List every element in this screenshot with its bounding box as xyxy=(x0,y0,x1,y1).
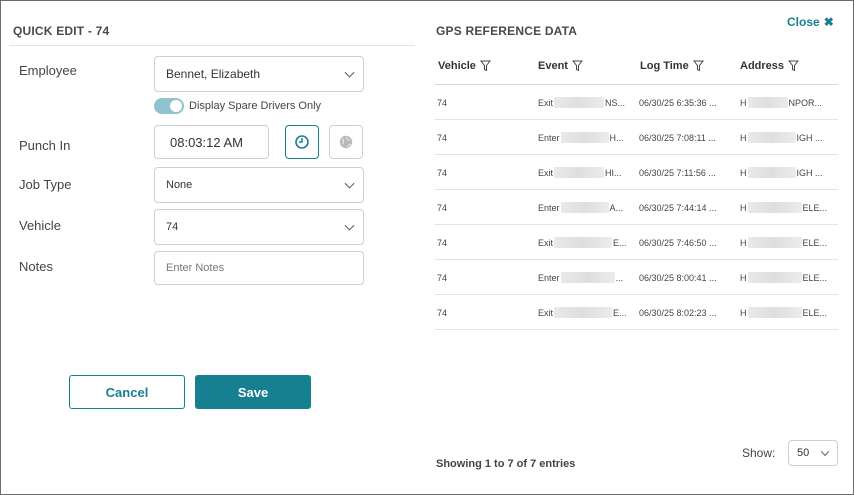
notes-input[interactable]: Enter Notes xyxy=(154,251,364,285)
show-label: Show: xyxy=(742,446,776,460)
cell-event: Exit E... xyxy=(538,307,627,319)
cell-event: Enter A... xyxy=(538,202,624,214)
redacted-text xyxy=(560,202,609,214)
cell-log-time: 06/30/25 7:08:11 ... xyxy=(639,133,716,143)
vehicle-label: Vehicle xyxy=(19,218,61,233)
table-row[interactable]: 74 Enter... 06/30/25 8:00:41 ... H ELE... xyxy=(435,260,838,295)
table-row[interactable]: 74 Exit HI... 06/30/25 7:11:56 ... H IGH .… xyxy=(435,155,838,190)
redacted-text xyxy=(554,237,613,249)
employee-select[interactable]: Bennet, Elizabeth xyxy=(154,56,364,92)
cell-vehicle: 74 xyxy=(437,98,448,108)
column-header-vehicle[interactable]: Vehicle xyxy=(438,60,491,72)
gps-table: Vehicle Event Log Time Address 74 Exit NS… xyxy=(435,49,838,330)
redacted-text xyxy=(747,202,802,214)
redacted-text xyxy=(747,307,802,319)
globe-icon xyxy=(339,135,353,149)
page-size-select[interactable]: 50 xyxy=(788,440,838,466)
redacted-text xyxy=(747,132,796,144)
table-row[interactable]: 74 Enter A... 06/30/25 7:44:14 ... H ELE..… xyxy=(435,190,838,225)
column-header-address[interactable]: Address xyxy=(740,60,800,72)
cell-address: H ELE... xyxy=(740,237,828,249)
job-type-value: None xyxy=(166,179,193,191)
redacted-text xyxy=(560,132,609,144)
close-icon: ✖ xyxy=(823,15,834,29)
filter-icon[interactable] xyxy=(788,60,800,72)
redacted-text xyxy=(554,307,613,319)
job-type-select[interactable]: None xyxy=(154,167,364,203)
cell-address: H IGH ... xyxy=(740,167,823,179)
filter-icon[interactable] xyxy=(479,60,491,72)
redacted-text xyxy=(747,97,788,109)
cell-log-time: 06/30/25 7:11:56 ... xyxy=(639,168,716,178)
chevron-down-icon xyxy=(344,67,355,78)
cell-event: Enter H... xyxy=(538,132,624,144)
redacted-text xyxy=(560,272,615,284)
cancel-button[interactable]: Cancel xyxy=(69,375,185,409)
column-header-event[interactable]: Event xyxy=(538,60,583,72)
cell-log-time: 06/30/25 7:46:50 ... xyxy=(639,238,717,248)
close-button[interactable]: Close ✖ xyxy=(787,15,834,29)
redacted-text xyxy=(747,167,796,179)
chevron-down-icon xyxy=(820,447,830,457)
cell-vehicle: 74 xyxy=(437,238,448,248)
cell-log-time: 06/30/25 7:44:14 ... xyxy=(639,203,717,213)
cell-event: Exit E... xyxy=(538,237,627,249)
filter-icon[interactable] xyxy=(571,60,583,72)
quick-edit-dialog: QUICK EDIT - 74 Employee Bennet, Elizabe… xyxy=(0,0,854,495)
cell-address: H NPOR... xyxy=(740,97,823,109)
job-type-label: Job Type xyxy=(19,177,72,192)
spare-drivers-label: Display Spare Drivers Only xyxy=(189,100,322,112)
title-divider xyxy=(9,45,415,46)
punch-in-label: Punch In xyxy=(19,138,71,153)
redacted-text xyxy=(554,97,605,109)
vehicle-value: 74 xyxy=(166,221,179,233)
quick-edit-title: QUICK EDIT - 74 xyxy=(13,24,110,38)
gps-reference-title: GPS REFERENCE DATA xyxy=(436,24,578,38)
redacted-text xyxy=(747,272,802,284)
cell-address: H ELE... xyxy=(740,307,828,319)
cell-vehicle: 74 xyxy=(437,203,448,213)
spare-drivers-toggle[interactable] xyxy=(154,98,184,114)
vehicle-select[interactable]: 74 xyxy=(154,209,364,245)
cell-address: H ELE... xyxy=(740,272,828,284)
location-button[interactable] xyxy=(329,125,363,159)
save-button[interactable]: Save xyxy=(195,375,311,409)
notes-placeholder: Enter Notes xyxy=(166,262,225,274)
cell-vehicle: 74 xyxy=(437,168,448,178)
cell-vehicle: 74 xyxy=(437,273,448,283)
redacted-text xyxy=(554,167,605,179)
employee-value: Bennet, Elizabeth xyxy=(166,67,261,81)
showing-entries-text: Showing 1 to 7 of 7 entries xyxy=(436,458,576,470)
punch-in-value: 08:03:12 AM xyxy=(170,134,243,150)
column-header-log-time[interactable]: Log Time xyxy=(640,60,704,72)
cell-vehicle: 74 xyxy=(437,308,448,318)
filter-icon[interactable] xyxy=(692,60,704,72)
cell-vehicle: 74 xyxy=(437,133,448,143)
close-label: Close xyxy=(787,15,820,29)
notes-label: Notes xyxy=(19,259,53,274)
toggle-knob xyxy=(170,100,182,112)
cell-event: Enter... xyxy=(538,272,624,284)
clock-button[interactable] xyxy=(285,125,319,159)
chevron-down-icon xyxy=(344,178,355,189)
redacted-text xyxy=(747,237,802,249)
chevron-down-icon xyxy=(344,220,355,231)
employee-label: Employee xyxy=(19,63,77,78)
punch-in-time-input[interactable]: 08:03:12 AM xyxy=(154,125,269,159)
cell-event: Exit NS... xyxy=(538,97,626,109)
cell-log-time: 06/30/25 8:02:23 ... xyxy=(639,308,717,318)
cell-address: H ELE... xyxy=(740,202,828,214)
table-row[interactable]: 74 Enter H... 06/30/25 7:08:11 ... H IGH .… xyxy=(435,120,838,155)
table-row[interactable]: 74 Exit E... 06/30/25 8:02:23 ... H ELE... xyxy=(435,295,838,330)
table-header: Vehicle Event Log Time Address xyxy=(435,49,838,85)
table-row[interactable]: 74 Exit E... 06/30/25 7:46:50 ... H ELE... xyxy=(435,225,838,260)
cell-address: H IGH ... xyxy=(740,132,823,144)
page-size-value: 50 xyxy=(797,447,810,459)
cell-log-time: 06/30/25 8:00:41 ... xyxy=(639,273,717,283)
table-row[interactable]: 74 Exit NS... 06/30/25 6:35:36 ... H NPOR.… xyxy=(435,85,838,120)
clock-icon xyxy=(295,135,309,149)
cell-log-time: 06/30/25 6:35:36 ... xyxy=(639,98,717,108)
cell-event: Exit HI... xyxy=(538,167,622,179)
